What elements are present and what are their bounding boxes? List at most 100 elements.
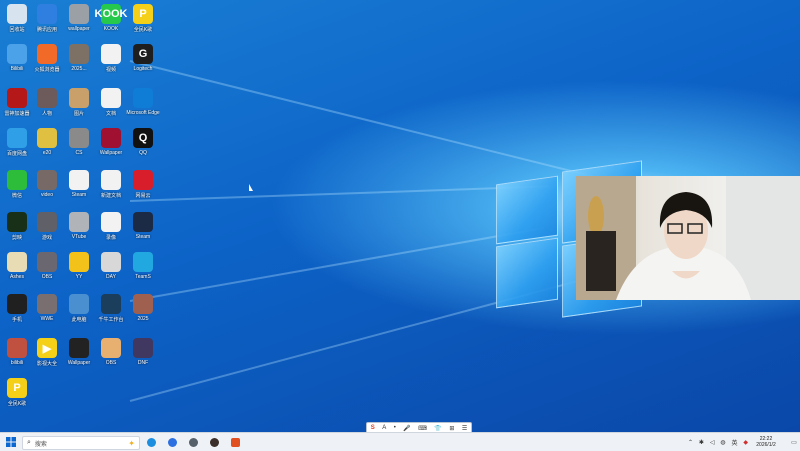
desktop-icon[interactable]: Wallpaper [94,128,128,156]
taskbar-app-settings[interactable] [188,436,198,448]
desktop-icon[interactable]: 视频 [94,44,128,73]
desktop-icon[interactable]: Steam [62,170,96,198]
bilibili-icon [7,44,27,64]
desktop-icon[interactable]: WWE [30,294,64,322]
desktop-icon[interactable]: 网易云 [126,170,160,199]
ime-toolbar-item[interactable]: • [394,425,396,431]
desktop-icon[interactable]: DAY [94,252,128,280]
desktop-icon[interactable]: 百度网盘 [0,128,34,157]
start-button[interactable] [6,436,16,448]
photo-icon [101,338,121,358]
desktop-icon[interactable]: Microsoft Edge [126,88,160,116]
light-beam [129,185,550,202]
desktop-icon[interactable]: 火狐浏览器 [30,44,64,73]
desktop-icon[interactable]: OBS [94,338,128,366]
taskbar-search-box[interactable]: ⌕ 搜索 ✦ [22,436,140,450]
desktop-icon[interactable]: wallpaper [62,4,96,32]
desktop-icon[interactable]: 千牛工作台 [94,294,128,323]
ime-toolbar-item[interactable]: 👕 [434,425,441,432]
desktop-icon[interactable]: DNF [126,338,160,366]
desktop-icon-label: WWE [40,316,54,322]
desktop-icon[interactable]: 录像 [94,212,128,241]
desktop-icon[interactable]: Steam [126,212,160,240]
yy-icon [69,252,89,272]
clock-date: 2026/1/2 [756,442,776,448]
steam-icon [133,212,153,232]
ime-toolbar-item[interactable]: ⌨ [418,425,427,432]
desktop-icon[interactable]: Bilibili [0,44,34,72]
desktop-icon-label: Ashes [10,274,24,280]
desktop-icon-label: wallpaper [68,26,90,32]
ime-toolbar-item[interactable]: ☰ [462,425,467,432]
desktop-icon[interactable]: 剪映 [0,212,34,241]
netease-icon [133,170,153,190]
desktop-icon-label: 火狐浏览器 [34,67,60,73]
desktop-icon-label: 此电脑 [71,317,87,323]
desktop-icon[interactable]: 2025 [126,294,160,322]
system-tray[interactable]: ⌃ ✱ ◁ ◍ 英 ◆ [688,436,748,448]
desktop-icon[interactable]: 游戏 [30,212,64,241]
photo-icon [69,4,89,24]
network-icon[interactable]: ◍ [720,439,725,446]
desktop-icon[interactable]: TeamS [126,252,160,280]
desktop-icon[interactable]: bilibili [0,338,34,366]
yellow-app-icon: P [7,378,27,398]
desktop-icon[interactable]: YY [62,252,96,280]
speaker-icon[interactable]: ◁ [710,439,715,446]
ime-toolbar-item[interactable]: A [382,425,386,431]
desktop-icon[interactable]: video [30,170,64,198]
desktop-icon-label: 网易云 [135,193,151,199]
desktop-icon[interactable]: 文档 [94,88,128,117]
mouse-cursor [249,184,253,191]
desktop-icon[interactable]: OBS [30,252,64,280]
desktop-icon[interactable]: ▶ 影视大全 [30,338,64,367]
desktop-icon[interactable]: 图片 [62,88,96,117]
desktop-icon[interactable]: G Logitech [126,44,160,72]
desktop-icon[interactable]: 手机 [0,294,34,323]
teal-app-icon [101,294,121,314]
ime-toolbar-item[interactable]: 🎤 [403,425,410,432]
photo-icon [133,338,153,358]
desktop-icon-label: Wallpaper [99,150,123,156]
webcam-person-image [576,176,800,300]
wechat-icon [7,170,27,190]
notification-button[interactable]: ▭ [790,436,798,448]
windows-start-icon [6,437,16,447]
desktop-icon[interactable]: P 全民K歌 [126,4,160,33]
desktop-icon[interactable]: KOOK KOOK [94,4,128,32]
desktop-icon[interactable]: 雷神加速器 [0,88,34,117]
desktop-icon[interactable]: 腾讯应用 [30,4,64,33]
desktop-icon[interactable]: 人物 [30,88,64,117]
desktop-icon[interactable]: VTube [62,212,96,240]
yellow-app-icon: P [133,4,153,24]
ime-toolbar-item[interactable]: S [371,425,375,431]
photo-icon [7,338,27,358]
chevron-up-icon[interactable]: ⌃ [688,439,693,446]
desktop-icon[interactable]: Ashes [0,252,34,280]
teams-icon [133,252,153,272]
photo-icon [69,44,89,64]
desktop-icon[interactable]: P 全民K歌 [0,378,34,407]
file-icon [101,88,121,108]
desktop-icon[interactable]: e20 [30,128,64,156]
light-beam [129,227,544,302]
desktop-icon[interactable]: 此电脑 [62,294,96,323]
bluetooth-icon[interactable]: ✱ [699,439,704,446]
desktop-icon[interactable]: 回收站 [0,4,34,33]
taskbar-app-fire[interactable] [230,436,240,448]
desktop-icon[interactable]: 微信 [0,170,34,199]
taskbar-app-edge[interactable] [146,436,156,448]
desktop-icon[interactable]: 新建文档 [94,170,128,199]
taskbar-app-chrome[interactable] [167,436,177,448]
desktop-icon-label: 全民K歌 [133,27,153,33]
taskbar: ⌕ 搜索 ✦ ⌃ ✱ ◁ ◍ 英 ◆ 22:22 2026/1/2 ▭ [0,432,800,451]
desktop-icon[interactable]: Q QQ [126,128,160,156]
desktop-icon[interactable]: Wallpaper [62,338,96,366]
desktop-icon[interactable]: 2025... [62,44,96,72]
recycle-bin-icon [7,4,27,24]
taskbar-clock[interactable]: 22:22 2026/1/2 [748,436,784,448]
ime-indicator-icon[interactable]: 英 [731,438,737,447]
taskbar-app-bear[interactable] [209,436,219,448]
ime-toolbar-item[interactable]: ⊞ [449,425,454,432]
desktop-icon[interactable]: CS [62,128,96,156]
